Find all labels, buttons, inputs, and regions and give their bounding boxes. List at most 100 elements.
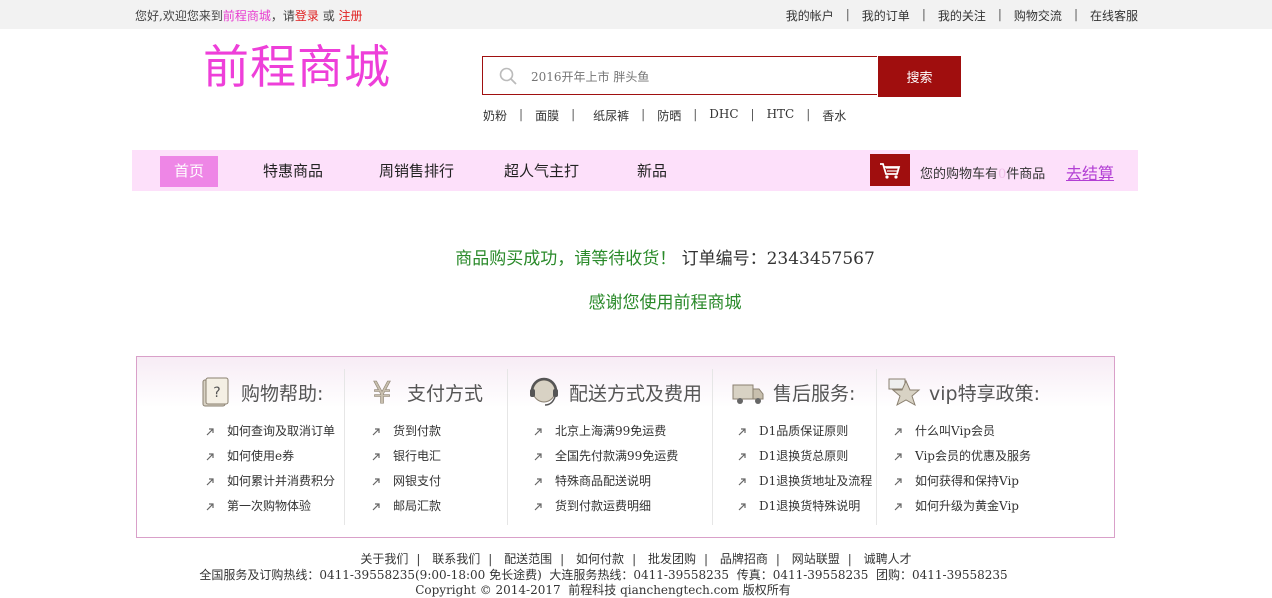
help-link[interactable]: 如何累计并消费积分 <box>205 469 335 494</box>
divider: | <box>1073 7 1078 21</box>
search-icon <box>499 67 517 85</box>
hotword-link[interactable]: 防晒 <box>657 107 681 124</box>
footer-links: 关于我们 | 联系我们 | 配送范围 | 如何付款 | 批发团购 | 品牌招商 | 网站联盟… <box>0 550 1272 567</box>
help-list: 北京上海满99免运费 全国先付款满99免运费 特殊商品配送说明 货到付款运费明细 <box>533 419 678 519</box>
arrow-icon <box>372 427 380 435</box>
divider: | <box>703 552 708 566</box>
help-link[interactable]: 全国先付款满99免运费 <box>533 444 678 469</box>
help-list: D1品质保证原则 D1退换货总原则 D1退换货地址及流程 D1退换货特殊说明 <box>737 419 872 519</box>
help-link[interactable]: 如何获得和保持Vip <box>893 469 1031 494</box>
checkout-link[interactable]: 去结算 <box>1066 160 1114 184</box>
hotword-link[interactable]: DHC <box>709 107 738 124</box>
footer-link[interactable]: 如何付款 <box>576 552 624 566</box>
column-divider <box>876 369 877 525</box>
arrow-icon <box>372 477 380 485</box>
help-column-payment: ¥ 支付方式 货到付款 银行电汇 网银支付 邮局汇款 <box>365 369 507 525</box>
arrow-icon <box>534 452 542 460</box>
nav-home[interactable]: 首页 <box>160 156 219 187</box>
nav-popular[interactable]: 超人气主打 <box>504 156 579 187</box>
order-label: 订单编号： <box>681 249 767 269</box>
arrow-icon <box>894 502 902 510</box>
or-text: 或 <box>318 9 339 23</box>
help-link[interactable]: 如何升级为黄金Vip <box>893 494 1031 519</box>
site-logo[interactable]: 前程商城 <box>203 44 391 90</box>
hotword-link[interactable]: HTC <box>767 107 795 124</box>
help-link[interactable]: 货到付款运费明细 <box>533 494 678 519</box>
help-link[interactable]: 北京上海满99免运费 <box>533 419 678 444</box>
help-link[interactable]: 如何查询及取消订单 <box>205 419 335 444</box>
help-link[interactable]: 货到付款 <box>371 419 441 444</box>
help-link[interactable]: 第一次购物体验 <box>205 494 335 519</box>
help-list: 什么叫Vip会员 Vip会员的优惠及服务 如何获得和保持Vip 如何升级为黄金V… <box>893 419 1031 519</box>
my-follows-link[interactable]: 我的关注 <box>938 7 986 24</box>
column-divider <box>507 369 508 525</box>
divider: | <box>519 107 524 121</box>
footer-link[interactable]: 联系我们 <box>432 552 480 566</box>
help-link[interactable]: 特殊商品配送说明 <box>533 469 678 494</box>
top-links: 我的帐户 | 我的订单 | 我的关注 | 购物交流 | 在线客服 <box>786 7 1138 24</box>
column-header: 售后服务: <box>731 375 855 409</box>
hot-keywords: 奶粉 | 面膜 | 纸尿裤 | 防晒 | DHC | HTC | 香水 <box>483 107 846 124</box>
main-nav: 首页 特惠商品 周销售排行 超人气主打 新品 您的购物车有0件商品 去结算 <box>132 150 1138 191</box>
order-number: 2343457567 <box>766 249 875 269</box>
footer-link[interactable]: 诚聘人才 <box>864 552 912 566</box>
cart-prefix: 您的购物车有 <box>920 167 999 182</box>
shopping-forum-link[interactable]: 购物交流 <box>1014 7 1062 24</box>
footer-link[interactable]: 配送范围 <box>504 552 552 566</box>
divider: | <box>693 107 698 121</box>
help-link[interactable]: D1退换货地址及流程 <box>737 469 872 494</box>
footer-link[interactable]: 网站联盟 <box>792 552 840 566</box>
footer-link[interactable]: 品牌招商 <box>720 552 768 566</box>
hotword-link[interactable]: 奶粉 <box>483 107 507 124</box>
welcome-text: 您好,欢迎您来到前程商城，请登录 或 注册 <box>135 7 363 24</box>
divider: | <box>845 7 850 21</box>
site-name-link[interactable]: 前程商城 <box>223 9 271 23</box>
hotword-link[interactable]: 香水 <box>822 107 846 124</box>
help-list: 货到付款 银行电汇 网银支付 邮局汇款 <box>371 419 441 519</box>
welcome-prefix: 您好,欢迎您来到 <box>135 9 223 23</box>
help-link[interactable]: D1退换货特殊说明 <box>737 494 872 519</box>
footer-link[interactable]: 关于我们 <box>360 552 408 566</box>
divider: | <box>921 7 926 21</box>
success-text: 商品购买成功，请等待收货！ <box>455 249 677 269</box>
arrow-icon <box>206 502 214 510</box>
thanks-message: 感谢您使用前程商城 <box>588 293 742 313</box>
help-column-vip: vip特享政策: 什么叫Vip会员 Vip会员的优惠及服务 如何获得和保持Vip… <box>887 369 1087 525</box>
divider: | <box>416 552 421 566</box>
nav-weekly-ranking[interactable]: 周销售排行 <box>379 156 454 187</box>
help-link[interactable]: 邮局汇款 <box>371 494 441 519</box>
cart-button[interactable] <box>870 154 910 186</box>
online-service-link[interactable]: 在线客服 <box>1090 7 1138 24</box>
help-panel: ? 购物帮助: 如何查询及取消订单 如何使用e券 如何累计并消费积分 第一次购物… <box>136 356 1115 538</box>
footer-link[interactable]: 批发团购 <box>648 552 696 566</box>
help-link[interactable]: 网银支付 <box>371 469 441 494</box>
help-column-after-sales: 售后服务: D1品质保证原则 D1退换货总原则 D1退换货地址及流程 D1退换货… <box>731 369 876 525</box>
divider: | <box>775 552 780 566</box>
help-link[interactable]: Vip会员的优惠及服务 <box>893 444 1031 469</box>
welcome-mid: ，请 <box>270 9 295 23</box>
help-link[interactable]: 什么叫Vip会员 <box>893 419 1031 444</box>
register-link[interactable]: 注册 <box>339 9 363 23</box>
arrow-icon <box>738 452 746 460</box>
help-link[interactable]: 银行电汇 <box>371 444 441 469</box>
search-button[interactable]: 搜索 <box>878 56 961 97</box>
nav-specials[interactable]: 特惠商品 <box>263 156 323 187</box>
arrow-icon <box>534 477 542 485</box>
nav-new[interactable]: 新品 <box>637 156 667 187</box>
column-header: 配送方式及费用 <box>527 375 702 409</box>
svg-text:¥: ¥ <box>372 376 391 409</box>
cart-summary: 您的购物车有0件商品 <box>920 163 1045 182</box>
my-orders-link[interactable]: 我的订单 <box>862 7 910 24</box>
hotword-link[interactable]: 纸尿裤 <box>593 107 629 124</box>
my-account-link[interactable]: 我的帐户 <box>786 7 834 24</box>
star-icon <box>888 378 921 407</box>
help-link[interactable]: D1品质保证原则 <box>737 419 872 444</box>
hotword-link[interactable]: 面膜 <box>535 107 559 124</box>
search-input[interactable] <box>529 66 863 88</box>
login-link[interactable]: 登录 <box>295 9 319 23</box>
column-divider <box>712 369 713 525</box>
cart-suffix: 件商品 <box>1006 167 1046 182</box>
help-link[interactable]: 如何使用e券 <box>205 444 335 469</box>
help-link[interactable]: D1退换货总原则 <box>737 444 872 469</box>
divider: | <box>997 7 1002 21</box>
